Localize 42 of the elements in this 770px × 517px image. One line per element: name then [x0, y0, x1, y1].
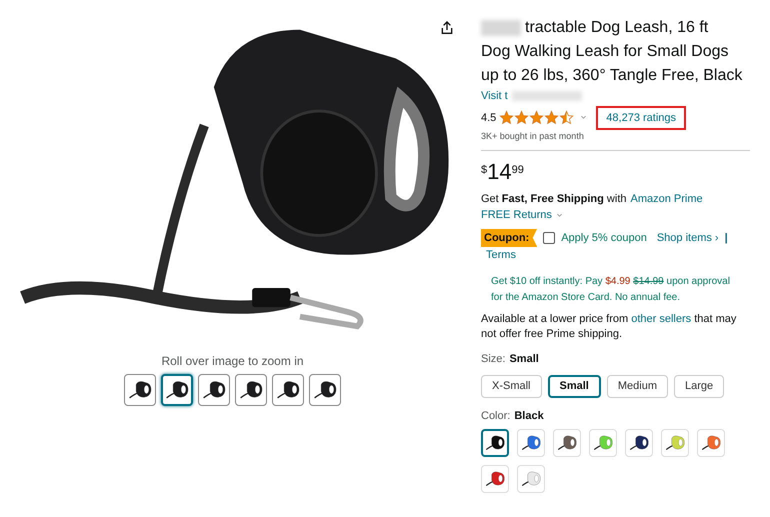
other-sellers-link[interactable]: other sellers [631, 312, 692, 324]
thumbnail[interactable] [272, 374, 304, 406]
coupon-checkbox[interactable] [543, 232, 556, 244]
size-label: Size: [481, 352, 506, 366]
size-option[interactable]: Medium [606, 375, 668, 398]
lower-price-text: Available at a lower price from other sellers that may not offer free Prime shipping. [481, 312, 738, 342]
share-icon[interactable] [439, 20, 455, 36]
price-whole: 14 [487, 158, 512, 184]
prime-link[interactable]: Amazon Prime [630, 190, 703, 207]
rating-value: 4.5 [481, 110, 496, 126]
returns-link[interactable]: FREE Returns [481, 207, 552, 224]
store-link[interactable]: Visit t [481, 88, 508, 104]
bought-count: 3K+ bought in past month [481, 130, 585, 143]
thumbnail[interactable] [235, 374, 267, 406]
coupon-badge: Coupon: [481, 228, 538, 247]
shop-items-link[interactable]: Shop items › [656, 230, 719, 246]
blurred-block [481, 20, 521, 36]
blurred-block [512, 91, 582, 102]
size-option[interactable]: X-Small [481, 375, 542, 398]
ratings-link[interactable]: 48,273 ratings [596, 106, 686, 130]
color-value: Black [514, 409, 544, 424]
currency-symbol: $ [481, 162, 488, 178]
thumbnail[interactable] [198, 374, 230, 406]
thumbnail[interactable] [124, 374, 156, 406]
coupon-label[interactable]: Apply 5% coupon [561, 230, 647, 246]
shipping-text: Get Fast, Free Shipping with [481, 192, 626, 206]
card-offer-text: Get $10 off instantly: Pay $4.99 $14.99 upon approval for the Amazon Store Card. No annual fee. [490, 274, 731, 304]
size-option[interactable]: Small [548, 375, 601, 398]
zoom-hint: Roll over image to zoom in [161, 353, 304, 370]
thumbnail[interactable] [309, 374, 341, 406]
size-value: Small [509, 352, 539, 366]
size-option[interactable]: Large [674, 375, 724, 398]
caret-icon[interactable] [556, 212, 563, 219]
product-title: Dog Walking Leash for Small Dogs up to 26 lbs, 360° Tangle Free, Black [481, 42, 744, 86]
product-title: tractable Dog Leash, 16 ft [525, 18, 708, 38]
color-label: Color: [481, 409, 510, 424]
color-swatch[interactable] [481, 428, 509, 456]
thumbnail[interactable] [161, 374, 193, 406]
terms-link[interactable]: Terms [486, 247, 750, 264]
separator: | [724, 230, 728, 246]
caret-icon[interactable] [580, 114, 588, 122]
price-fraction: 99 [512, 162, 524, 178]
